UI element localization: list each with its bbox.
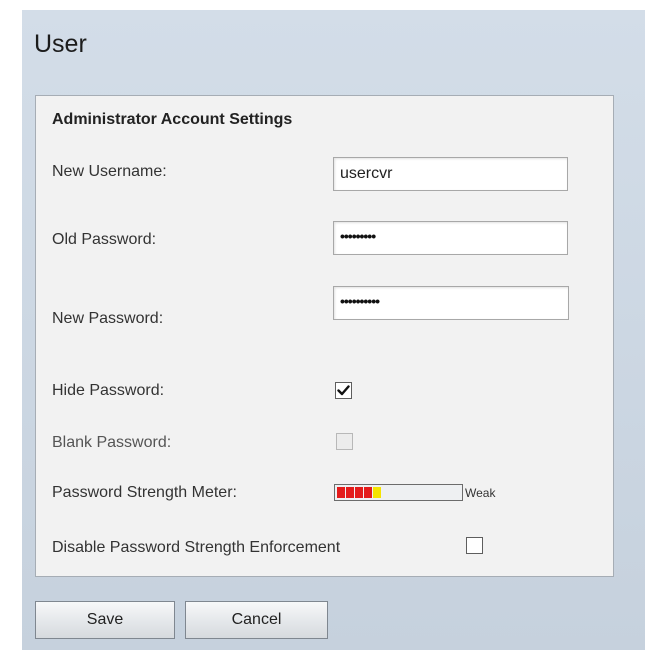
new-username-label: New Username:	[52, 163, 167, 180]
strength-meter-fill	[337, 487, 382, 498]
disable-enforcement-checkbox[interactable]	[466, 537, 483, 554]
section-title: Administrator Account Settings	[52, 111, 293, 128]
strength-meter-status: Weak	[465, 486, 496, 500]
check-icon	[337, 385, 350, 396]
hide-password-label: Hide Password:	[52, 382, 165, 399]
strength-meter-segment	[355, 487, 363, 498]
strength-meter-label: Password Strength Meter:	[52, 484, 237, 501]
new-username-input[interactable]	[333, 157, 568, 191]
old-password-label: Old Password:	[52, 231, 157, 248]
strength-meter-segment	[337, 487, 345, 498]
blank-password-checkbox[interactable]	[336, 433, 353, 450]
strength-meter-segment	[364, 487, 372, 498]
strength-meter-segment	[373, 487, 381, 498]
new-password-input[interactable]	[333, 286, 569, 320]
strength-meter-segment	[346, 487, 354, 498]
cancel-button[interactable]: Cancel	[185, 601, 328, 639]
hide-password-checkbox[interactable]	[335, 382, 352, 399]
new-password-label: New Password:	[52, 310, 164, 327]
disable-enforcement-label: Disable Password Strength Enforcement	[52, 539, 341, 556]
save-button[interactable]: Save	[35, 601, 175, 639]
old-password-input[interactable]	[333, 221, 568, 255]
page-title: User	[34, 30, 87, 58]
strength-meter-bar	[334, 484, 463, 501]
blank-password-label: Blank Password:	[52, 434, 172, 451]
